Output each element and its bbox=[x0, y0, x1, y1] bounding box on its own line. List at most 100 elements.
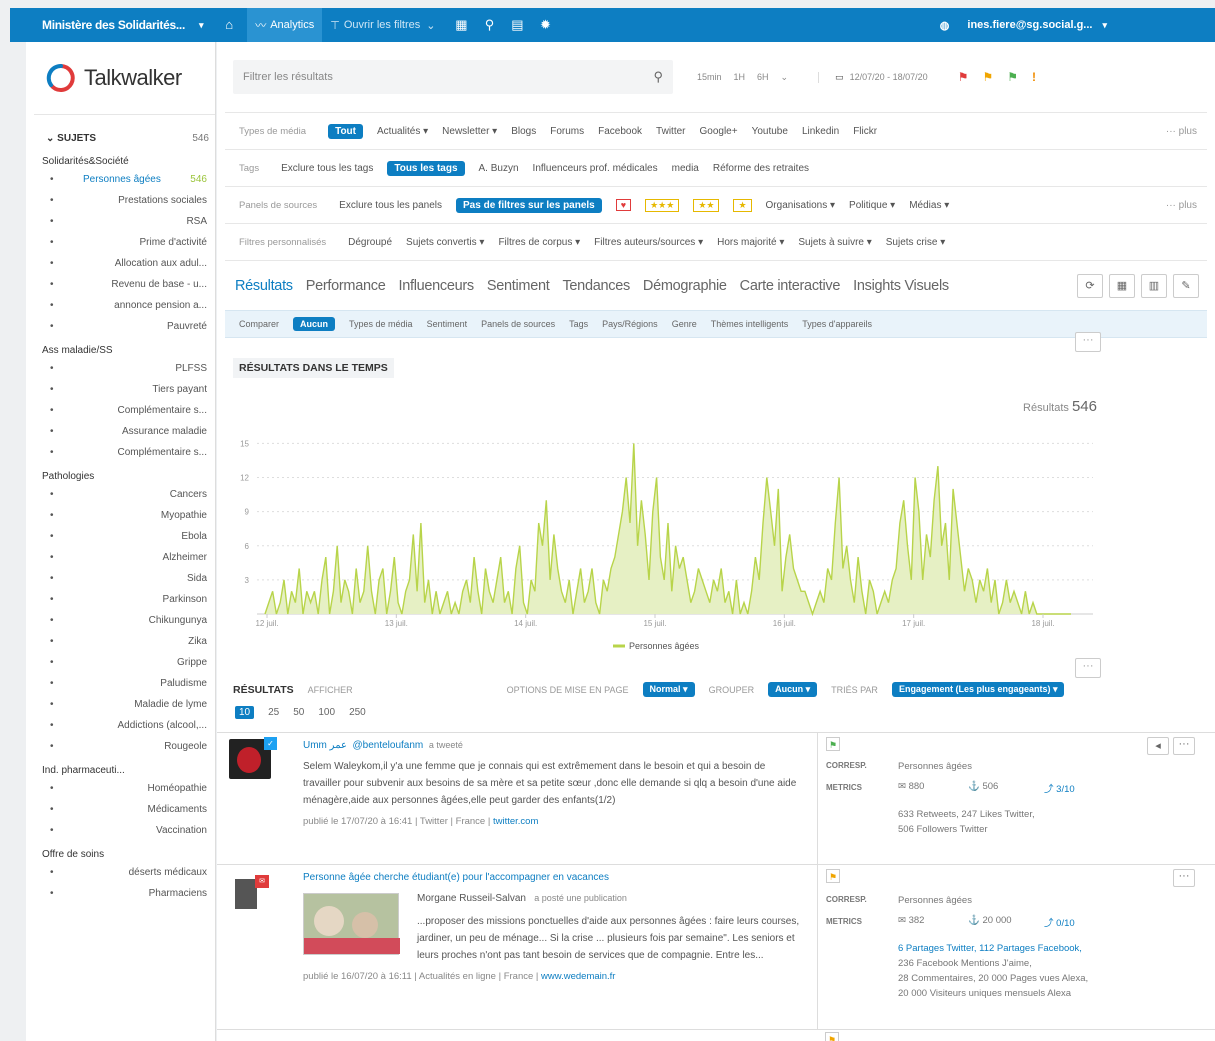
document-icon[interactable]: ▤ bbox=[507, 15, 527, 35]
custom-follow[interactable]: Sujets à suivre ▾ bbox=[798, 237, 871, 248]
topic-item[interactable]: • Maladie de lyme bbox=[26, 694, 215, 715]
sound-icon[interactable]: ◂ bbox=[1147, 737, 1169, 755]
post-handle[interactable]: @benteloufanm bbox=[353, 740, 424, 751]
green-flag-icon[interactable]: ⚑ bbox=[826, 737, 840, 751]
panel-three-stars[interactable]: ★★★ bbox=[645, 198, 680, 212]
compare-tags[interactable]: Tags bbox=[569, 319, 588, 329]
analytics-tab[interactable]: 〰 Analytics bbox=[247, 8, 323, 42]
red-flag-icon[interactable]: ⚑ bbox=[958, 70, 969, 84]
topic-item[interactable]: • Pauvreté bbox=[26, 316, 215, 337]
topic-item[interactable]: • Myopathie bbox=[26, 505, 215, 526]
media-news[interactable]: Actualités ▾ bbox=[377, 126, 428, 137]
tab-demographics[interactable]: Démographie bbox=[643, 278, 727, 294]
custom-crisis[interactable]: Sujets crise ▾ bbox=[886, 237, 945, 248]
date-range-picker[interactable]: ▭ 12/07/20 - 18/07/20 bbox=[818, 71, 928, 83]
page-size-10[interactable]: 10 bbox=[235, 706, 255, 719]
topic-item[interactable]: • Personnes âgées 546 bbox=[26, 169, 215, 190]
topic-item[interactable]: • Allocation aux adul... bbox=[26, 253, 215, 274]
home-button[interactable]: ⌂ bbox=[211, 8, 247, 42]
topic-item[interactable]: • Complémentaire s... bbox=[26, 442, 215, 463]
panel-media[interactable]: Médias ▾ bbox=[909, 200, 949, 211]
topic-item[interactable]: • Tiers payant bbox=[26, 379, 215, 400]
media-forums[interactable]: Forums bbox=[550, 126, 584, 137]
tab-interactive-map[interactable]: Carte interactive bbox=[740, 278, 841, 294]
topics-header[interactable]: ⌄ SUJETS 546 bbox=[34, 114, 215, 148]
page-size-250[interactable]: 250 bbox=[349, 707, 366, 718]
topic-group[interactable]: Ind. pharmaceuti... bbox=[26, 757, 215, 778]
topic-item[interactable]: • Rougeole bbox=[26, 736, 215, 757]
compare-devices[interactable]: Types d'appareils bbox=[802, 319, 872, 329]
topic-item[interactable]: • annonce pension a... bbox=[26, 295, 215, 316]
alert-icon[interactable]: ! bbox=[1032, 70, 1036, 84]
columns-icon[interactable]: ▥ bbox=[1141, 273, 1167, 298]
custom-authors[interactable]: Filtres auteurs/sources ▾ bbox=[594, 237, 703, 248]
orange-flag-icon[interactable]: ⚑ bbox=[826, 869, 840, 883]
media-facebook[interactable]: Facebook bbox=[598, 126, 642, 137]
compare-gender[interactable]: Genre bbox=[672, 319, 697, 329]
media-all[interactable]: Tout bbox=[328, 123, 363, 139]
tags-exclude-all[interactable]: Exclure tous les tags bbox=[281, 163, 373, 174]
post-author[interactable]: Morgane Russeil-Salvan bbox=[417, 893, 526, 904]
topic-group[interactable]: Solidarités&Société bbox=[26, 148, 215, 169]
compare-themes[interactable]: Thèmes intelligents bbox=[711, 319, 789, 329]
panels-no-filter[interactable]: Pas de filtres sur les panels bbox=[456, 197, 602, 213]
group-dropdown[interactable]: Aucun ▾ bbox=[768, 682, 818, 697]
compare-media-type[interactable]: Types de média bbox=[349, 319, 413, 329]
media-googleplus[interactable]: Google+ bbox=[700, 126, 738, 137]
filter-results-input[interactable]: Filtrer les résultats ⚲ bbox=[233, 60, 673, 94]
orange-flag-icon[interactable]: ⚑ bbox=[982, 70, 993, 84]
tab-trends[interactable]: Tendances bbox=[562, 278, 630, 294]
refresh-icon[interactable]: ⟳ bbox=[1077, 273, 1103, 298]
location-pin-icon[interactable]: ⚲ bbox=[479, 15, 499, 35]
sort-dropdown[interactable]: Engagement (Les plus engageants) ▾ bbox=[891, 682, 1065, 697]
tab-sentiment[interactable]: Sentiment bbox=[487, 278, 550, 294]
open-filters-button[interactable]: ⊤ Ouvrir les filtres ⌄ bbox=[322, 8, 443, 42]
custom-out-majority[interactable]: Hors majorité ▾ bbox=[717, 237, 784, 248]
custom-converted[interactable]: Sujets convertis ▾ bbox=[406, 237, 484, 248]
compare-sentiment[interactable]: Sentiment bbox=[427, 319, 468, 329]
layout-dropdown[interactable]: Normal ▾ bbox=[642, 682, 695, 697]
tag-pension-reform[interactable]: Réforme des retraites bbox=[713, 163, 809, 174]
green-flag-icon[interactable]: ⚑ bbox=[1007, 70, 1018, 84]
post-title[interactable]: Personne âgée cherche étudiant(e) pour l… bbox=[303, 869, 813, 886]
panel-two-stars[interactable]: ★★ bbox=[693, 198, 720, 212]
post-source-link[interactable]: twitter.com bbox=[493, 816, 538, 827]
media-linkedin[interactable]: Linkedin bbox=[802, 126, 839, 137]
tab-influencers[interactable]: Influenceurs bbox=[398, 278, 474, 294]
topic-item[interactable]: • Alzheimer bbox=[26, 547, 215, 568]
tag-buzyn[interactable]: A. Buzyn bbox=[479, 163, 519, 174]
organization-switcher[interactable]: Ministère des Solidarités... ▾ bbox=[10, 8, 211, 42]
media-more-button[interactable]: ··· plus bbox=[1166, 126, 1197, 137]
post-author[interactable]: Umm عمر bbox=[303, 740, 347, 751]
compare-none[interactable]: Aucun bbox=[293, 317, 336, 331]
page-size-100[interactable]: 100 bbox=[318, 707, 335, 718]
topic-item[interactable]: • Zika bbox=[26, 631, 215, 652]
media-twitter[interactable]: Twitter bbox=[656, 126, 685, 137]
media-flickr[interactable]: Flickr bbox=[853, 126, 877, 137]
topic-item[interactable]: • Grippe bbox=[26, 652, 215, 673]
post-thumbnail[interactable] bbox=[303, 893, 400, 955]
tag-media[interactable]: media bbox=[672, 163, 699, 174]
heart-icon[interactable]: ♥ bbox=[615, 199, 632, 211]
results-options-button[interactable]: ··· bbox=[1075, 658, 1101, 678]
topic-item[interactable]: • déserts médicaux bbox=[26, 862, 215, 883]
tags-all[interactable]: Tous les tags bbox=[387, 160, 465, 176]
media-youtube[interactable]: Youtube bbox=[752, 126, 788, 137]
topic-item[interactable]: • PLFSS bbox=[26, 358, 215, 379]
tab-performance[interactable]: Performance bbox=[306, 278, 386, 294]
post-source-link[interactable]: www.wedemain.fr bbox=[541, 971, 615, 982]
user-menu[interactable]: ◍ ines.fiere@sg.social.g... ▾ bbox=[932, 8, 1115, 42]
topic-group[interactable]: Pathologies bbox=[26, 463, 215, 484]
topic-item[interactable]: • Addictions (alcool,... bbox=[26, 715, 215, 736]
topic-item[interactable]: • Chikungunya bbox=[26, 610, 215, 631]
grid-icon[interactable]: ▦ bbox=[451, 15, 471, 35]
topic-item[interactable]: • Vaccination bbox=[26, 820, 215, 841]
tag-influencers[interactable]: Influenceurs prof. médicales bbox=[533, 163, 658, 174]
topic-group[interactable]: Ass maladie/SS bbox=[26, 337, 215, 358]
topic-item[interactable]: • Parkinson bbox=[26, 589, 215, 610]
topic-item[interactable]: • Prestations sociales bbox=[26, 190, 215, 211]
panel-organizations[interactable]: Organisations ▾ bbox=[766, 200, 836, 211]
page-size-25[interactable]: 25 bbox=[268, 707, 279, 718]
orange-flag-icon[interactable]: ⚑ bbox=[825, 1032, 839, 1041]
compare-countries[interactable]: Pays/Régions bbox=[602, 319, 658, 329]
